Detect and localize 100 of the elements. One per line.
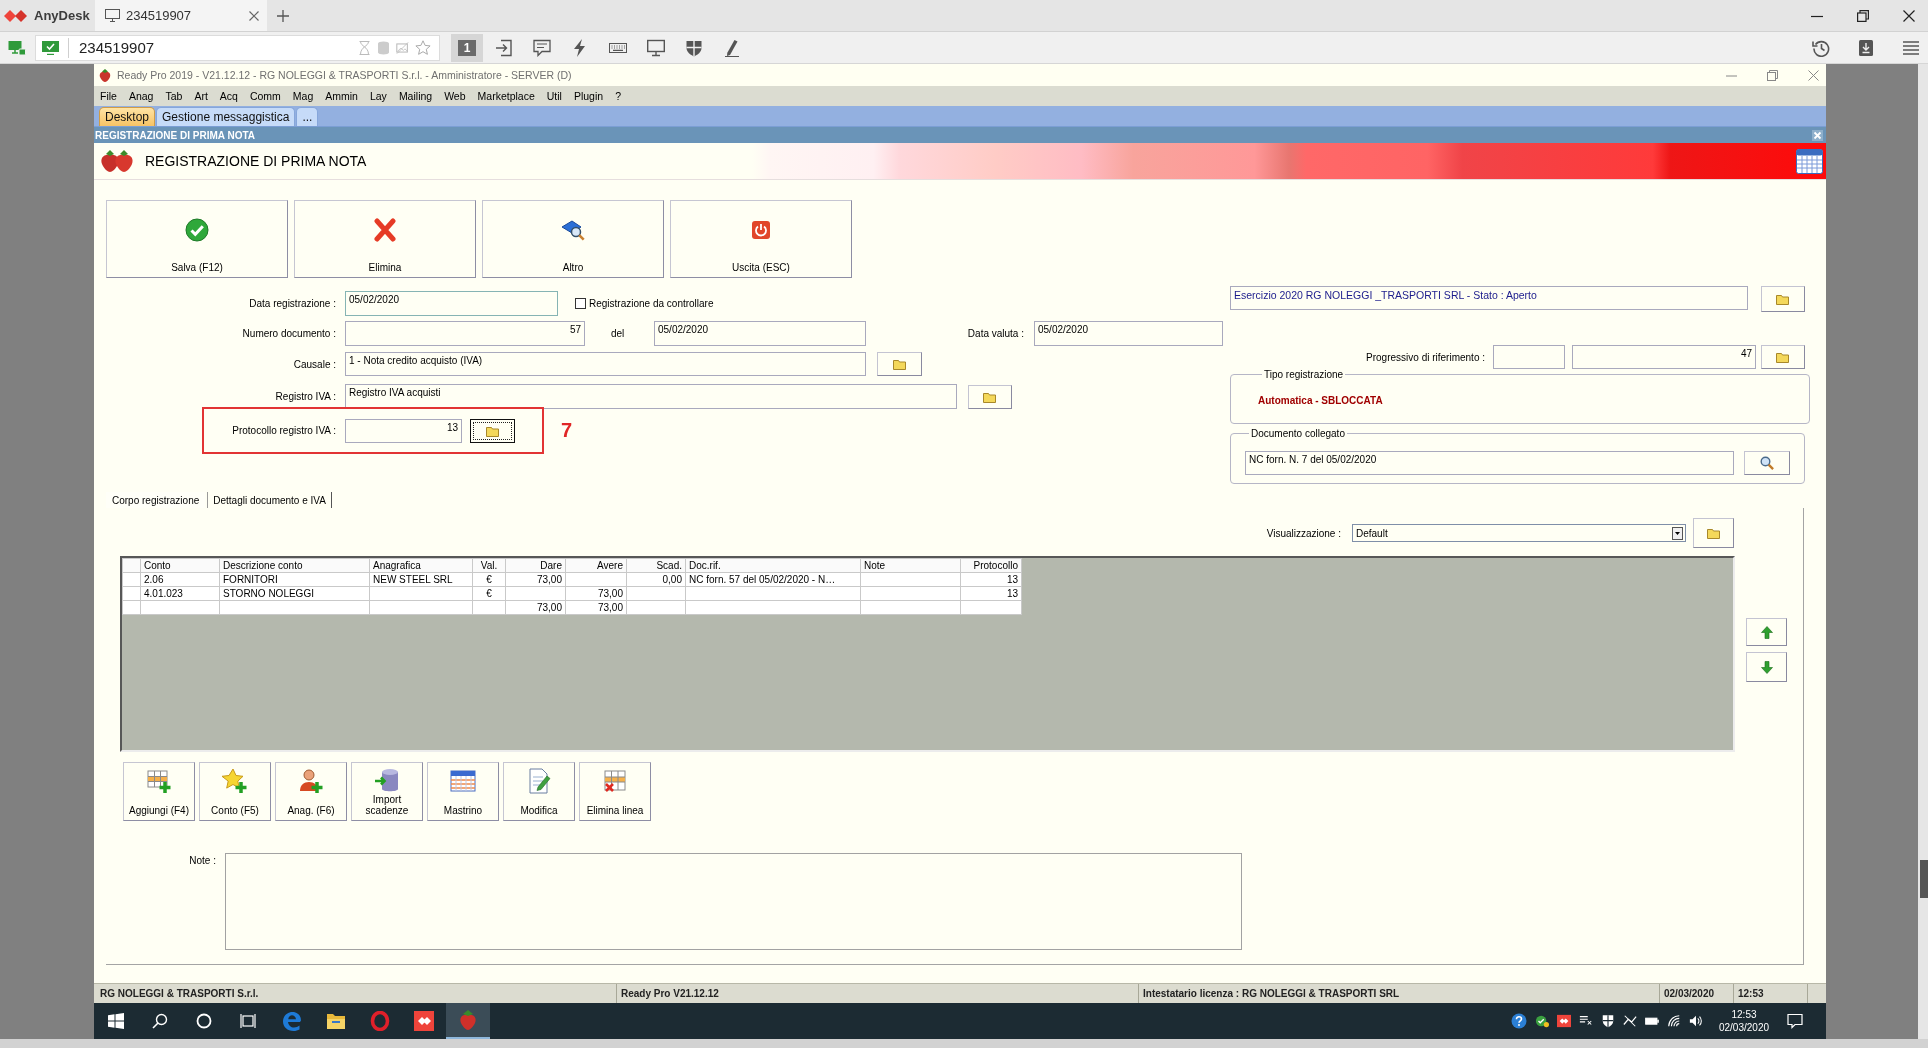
- group-label: Tipo registrazione: [1263, 369, 1345, 380]
- wifi-icon[interactable]: [1667, 1014, 1681, 1028]
- session-tab[interactable]: 234519907: [95, 0, 267, 31]
- task-view-icon[interactable]: [240, 1013, 256, 1029]
- menu-item[interactable]: Acq: [219, 90, 238, 102]
- shield-check-icon[interactable]: [1535, 1014, 1549, 1028]
- menu-item[interactable]: Web: [444, 90, 466, 102]
- contact-button[interactable]: Anag. (F6): [275, 762, 347, 821]
- column-header[interactable]: Scad.: [626, 558, 686, 573]
- menu-item[interactable]: File: [100, 90, 117, 102]
- notification-icon[interactable]: [1787, 1013, 1803, 1029]
- checkbox-label[interactable]: Registrazione da controllare: [589, 298, 714, 309]
- monitor-lock-icon[interactable]: [8, 39, 26, 56]
- download-icon[interactable]: [1857, 38, 1875, 57]
- menu-icon[interactable]: [1902, 38, 1920, 57]
- text-field[interactable]: [1493, 345, 1565, 369]
- more-button[interactable]: Altro: [482, 200, 664, 278]
- network-icon[interactable]: [1623, 1014, 1637, 1028]
- column-header[interactable]: Val.: [472, 558, 506, 573]
- help-icon[interactable]: [1511, 1013, 1527, 1029]
- column-header[interactable]: Avere: [565, 558, 627, 573]
- move-down-button[interactable]: [1746, 652, 1787, 682]
- search-button[interactable]: [1744, 451, 1790, 475]
- row-header-cell: [122, 586, 141, 601]
- date-field[interactable]: 05/02/2020: [1034, 321, 1223, 346]
- menu-item[interactable]: Plugin: [573, 90, 604, 102]
- menu-item[interactable]: Mag: [292, 90, 314, 102]
- menu-item[interactable]: Tab: [165, 90, 183, 102]
- number-field[interactable]: 13: [345, 418, 462, 443]
- menu-item[interactable]: Comm: [249, 90, 281, 102]
- text-field[interactable]: 1 - Nota credito acquisto (IVA): [345, 352, 866, 376]
- view-select[interactable]: Default: [1352, 524, 1686, 542]
- scrollbar[interactable]: [1918, 64, 1928, 1039]
- folder-button[interactable]: [470, 418, 515, 443]
- date-field[interactable]: 05/02/2020: [654, 321, 866, 346]
- tab[interactable]: Corpo registrazione: [106, 492, 206, 508]
- field-label: Data registrazione :: [249, 298, 336, 309]
- search-icon[interactable]: [152, 1013, 168, 1029]
- menu-item[interactable]: Ammin: [325, 90, 358, 102]
- menu-item[interactable]: Mailing: [398, 90, 433, 102]
- checkbox[interactable]: [575, 298, 586, 309]
- ledger-button[interactable]: Mastrino: [427, 762, 499, 821]
- monitor-icon[interactable]: [647, 38, 665, 57]
- column-header[interactable]: Anagrafica: [369, 558, 473, 573]
- move-up-button[interactable]: [1746, 618, 1787, 646]
- close-icon[interactable]: [1903, 9, 1915, 22]
- account-button[interactable]: Conto (F5): [199, 762, 271, 821]
- circle-icon[interactable]: [196, 1013, 212, 1029]
- clock-date[interactable]: 02/03/2020: [1718, 1021, 1770, 1034]
- column-header[interactable]: Descrizione conto: [219, 558, 370, 573]
- text-field[interactable]: NC forn. N. 7 del 05/02/2020: [1245, 451, 1734, 475]
- import-button[interactable]: Import scadenze: [351, 762, 423, 821]
- number-field[interactable]: 47: [1572, 345, 1756, 369]
- column-header[interactable]: Dare: [505, 558, 566, 573]
- arrow-up-icon: [1760, 625, 1773, 639]
- menu-item[interactable]: Art: [194, 90, 208, 102]
- menu-item[interactable]: Marketplace: [477, 90, 535, 102]
- chat-icon[interactable]: [533, 38, 551, 57]
- address-field[interactable]: 234519907: [68, 37, 352, 58]
- edit-button[interactable]: Modifica: [503, 762, 575, 821]
- calendar-icon[interactable]: [1796, 148, 1823, 174]
- shield-icon[interactable]: [1601, 1014, 1615, 1028]
- pen-icon[interactable]: [723, 38, 741, 57]
- column-header[interactable]: Doc.rif.: [685, 558, 861, 573]
- speaker-icon[interactable]: [1689, 1014, 1703, 1028]
- scrollbar-thumb[interactable]: [1920, 860, 1928, 898]
- column-header[interactable]: Protocollo: [960, 558, 1022, 573]
- menu-item[interactable]: Anag: [128, 90, 154, 102]
- column-header[interactable]: Note: [860, 558, 961, 573]
- delete-line-button[interactable]: Elimina linea: [579, 762, 651, 821]
- history-icon[interactable]: [1812, 38, 1830, 57]
- text-field[interactable]: Esercizio 2020 RG NOLEGGI _TRASPORTI SRL - Stato : Aperto: [1230, 286, 1748, 310]
- document-tab[interactable]: ...: [296, 107, 319, 126]
- star-icon[interactable]: [415, 39, 431, 56]
- start-icon[interactable]: [108, 1013, 124, 1029]
- menu-item[interactable]: Lay: [369, 90, 387, 102]
- date-field[interactable]: 05/02/2020: [345, 291, 558, 316]
- document-tab[interactable]: Desktop: [99, 107, 156, 126]
- menu-item[interactable]: Util: [546, 90, 562, 102]
- menu-item[interactable]: ?: [615, 90, 621, 102]
- delete-button[interactable]: Elimina: [294, 200, 476, 278]
- document-tab[interactable]: Gestione messaggistica: [156, 107, 296, 126]
- display-button[interactable]: 1: [451, 33, 483, 62]
- number-field[interactable]: 57: [345, 321, 585, 346]
- save-button[interactable]: Salva (F12): [106, 200, 288, 278]
- battery-icon[interactable]: [1645, 1014, 1659, 1028]
- field-label: Visualizzazione :: [1266, 527, 1341, 539]
- arrow-box-icon[interactable]: [495, 38, 513, 57]
- column-header[interactable]: Conto: [140, 558, 220, 573]
- text-field[interactable]: Registro IVA acquisti: [345, 384, 957, 409]
- add-line-button[interactable]: Aggiungi (F4): [123, 762, 195, 821]
- field-label: del: [611, 328, 625, 339]
- exit-button[interactable]: Uscita (ESC): [670, 200, 852, 278]
- tab[interactable]: Dettagli documento e IVA: [207, 492, 332, 508]
- plus-icon[interactable]: [277, 9, 289, 22]
- message-icon[interactable]: [1579, 1014, 1593, 1028]
- folder-icon: [983, 390, 997, 403]
- restore-icon[interactable]: [1857, 9, 1869, 22]
- note-field[interactable]: [225, 853, 1242, 950]
- clock-time[interactable]: 12:53: [1731, 1008, 1757, 1021]
